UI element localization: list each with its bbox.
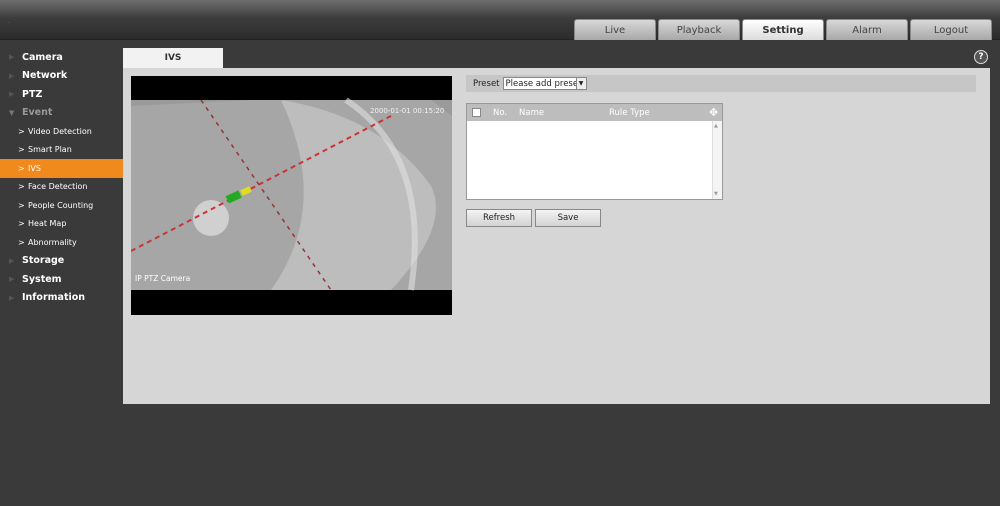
tab-ivs[interactable]: IVS — [123, 48, 223, 68]
sidebar-item-ptz[interactable]: ▶ PTZ — [0, 85, 123, 104]
sidebar-sub-heat-map[interactable]: > Heat Map — [0, 215, 123, 234]
col-no: No. — [493, 107, 508, 118]
tab-logout[interactable]: Logout — [910, 19, 992, 40]
scroll-up-icon[interactable]: ▲ — [714, 123, 718, 129]
preset-select-value: Please add preset — [505, 78, 576, 89]
sidebar-item-camera[interactable]: ▶ Camera — [0, 48, 123, 67]
chevron-right-icon: > — [18, 126, 25, 136]
chevron-right-icon: > — [18, 182, 25, 192]
triangle-right-icon: ▶ — [9, 293, 15, 302]
sidebar-item-information[interactable]: ▶ Information — [0, 289, 123, 308]
rule-table-scrollbar[interactable]: ▲ ▼ — [712, 121, 722, 199]
sidebar-sub-face-detection[interactable]: > Face Detection — [0, 178, 123, 197]
tab-live[interactable]: Live — [574, 19, 656, 40]
sidebar-item-storage[interactable]: ▶ Storage — [0, 252, 123, 271]
triangle-right-icon: ▶ — [9, 90, 15, 99]
select-all-checkbox[interactable] — [472, 108, 481, 117]
tab-alarm[interactable]: Alarm — [826, 19, 908, 40]
triangle-right-icon: ▶ — [9, 71, 15, 80]
tab-playback[interactable]: Playback — [658, 19, 740, 40]
sidebar-item-system[interactable]: ▶ System — [0, 270, 123, 289]
preset-bar: Preset Please add preset ▼ — [466, 75, 976, 92]
triangle-right-icon: ▶ — [9, 256, 15, 265]
sidebar-sub-people-counting[interactable]: > People Counting — [0, 196, 123, 215]
triangle-down-icon: ▼ — [9, 108, 15, 117]
chevron-down-icon[interactable]: ▼ — [575, 78, 586, 89]
sidebar-sub-video-detection[interactable]: > Video Detection — [0, 122, 123, 141]
sidebar-item-event[interactable]: ▼ Event — [0, 104, 123, 123]
logo: · — [8, 20, 10, 27]
preset-label: Preset — [473, 78, 500, 89]
chevron-right-icon: > — [18, 219, 25, 229]
chevron-right-icon: > — [18, 237, 25, 247]
top-header: · Live Playback Setting Alarm Logout — [0, 0, 1000, 40]
chevron-right-icon: > — [18, 145, 25, 155]
video-timestamp: 2000-01-01 00:15:20 — [370, 107, 445, 115]
chevron-right-icon: > — [18, 163, 25, 173]
save-button[interactable]: Save — [535, 209, 601, 227]
sidebar-sub-ivs[interactable]: > IVS — [0, 159, 123, 178]
triangle-right-icon: ▶ — [9, 53, 15, 62]
col-name: Name — [519, 107, 545, 118]
video-preview[interactable]: 2000-01-01 00:15:20 IP PTZ Camera — [131, 76, 452, 315]
preset-select[interactable]: Please add preset ▼ — [502, 77, 587, 90]
sidebar-sub-abnormality[interactable]: > Abnormality — [0, 233, 123, 252]
help-icon[interactable]: ? — [974, 50, 988, 64]
col-rule-type: Rule Type — [609, 107, 650, 118]
rule-table: No. Name Rule Type ✥ ▲ ▼ — [466, 103, 723, 200]
rule-table-header: No. Name Rule Type ✥ — [467, 104, 722, 121]
sidebar-sub-smart-plan[interactable]: > Smart Plan — [0, 141, 123, 160]
add-rule-icon[interactable]: ✥ — [709, 106, 718, 119]
chevron-right-icon: > — [18, 200, 25, 210]
video-camera-name: IP PTZ Camera — [135, 274, 191, 283]
tab-setting[interactable]: Setting — [742, 19, 824, 40]
scroll-down-icon[interactable]: ▼ — [714, 191, 718, 197]
sidebar: ▶ Camera ▶ Network ▶ PTZ ▼ Event > Video… — [0, 48, 123, 307]
triangle-right-icon: ▶ — [9, 275, 15, 284]
main-nav-tabs: Live Playback Setting Alarm Logout — [574, 19, 994, 40]
sidebar-item-network[interactable]: ▶ Network — [0, 67, 123, 86]
refresh-button[interactable]: Refresh — [466, 209, 532, 227]
